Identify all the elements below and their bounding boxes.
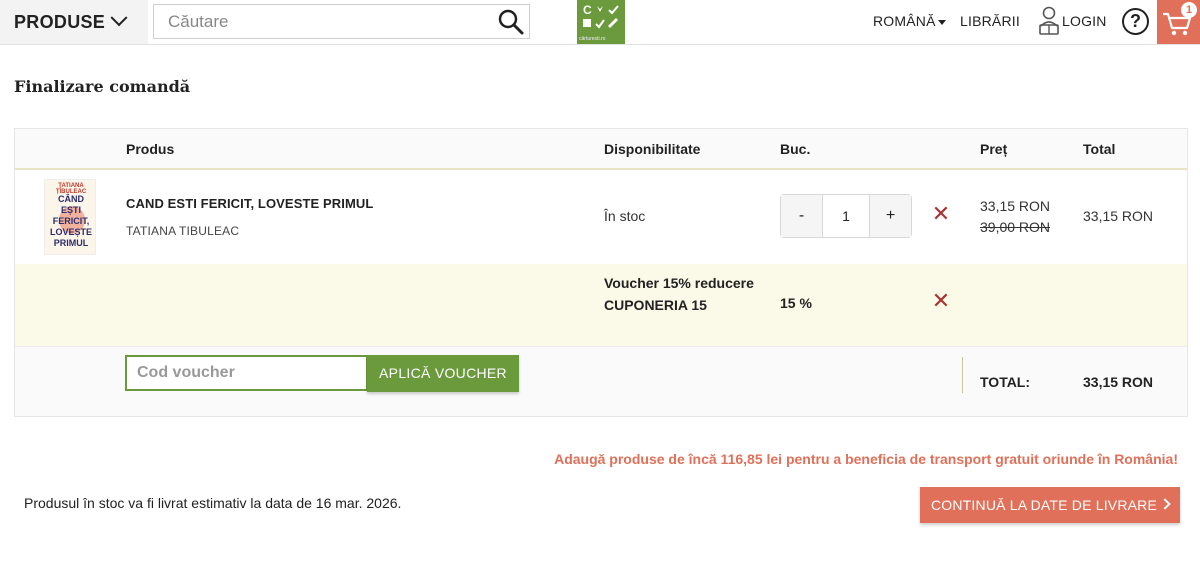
voucher-code-input[interactable] — [125, 355, 368, 391]
price-discounted: 33,15 RON — [980, 198, 1051, 214]
voucher-code-row: APLICĂ VOUCHER TOTAL: 33,15 RON — [15, 347, 1187, 416]
user-icon — [1039, 6, 1059, 35]
search-icon[interactable] — [497, 8, 525, 36]
top-bar: PRODUSE C cărturesti.ro ROMÂNĂ LIBRĂRII — [0, 0, 1200, 45]
site-logo[interactable]: C cărturesti.ro — [577, 0, 625, 44]
book-cover-image[interactable]: TATIANA ȚÎBULEAC CÂND EȘTI FERICIT, LOVE… — [44, 179, 96, 255]
products-menu-label: PRODUSE — [14, 11, 106, 32]
voucher-name: Voucher 15% reducere CUPONERIA 15 — [604, 275, 754, 313]
products-menu-button[interactable]: PRODUSE — [0, 0, 148, 44]
login-label: LOGIN — [1062, 13, 1107, 29]
cart-table: Produs Disponibilitate Buc. Preț Total T… — [14, 128, 1188, 417]
caret-down-icon — [937, 19, 946, 25]
chevron-down-icon — [110, 9, 128, 27]
total-divider — [962, 357, 963, 393]
grand-total-value: 33,15 RON — [1083, 374, 1154, 390]
page-title: Finalizare comandă — [14, 77, 191, 96]
line-total: 33,15 RON — [1083, 208, 1154, 224]
help-icon[interactable]: ? — [1122, 8, 1149, 35]
continue-label: CONTINUĂ LA DATE DE LIVRARE — [930, 497, 1158, 513]
logo-subtext: cărturesti.ro — [579, 36, 606, 42]
table-header: Produs Disponibilitate Buc. Preț Total — [15, 129, 1187, 170]
stores-link[interactable]: LIBRĂRII — [960, 13, 1020, 29]
product-author: TATIANA TIBULEAC — [126, 224, 240, 238]
grand-total-label: TOTAL: — [980, 374, 1031, 390]
product-title-link[interactable]: CAND ESTI FERICIT, LOVESTE PRIMUL — [126, 196, 373, 211]
language-selector[interactable]: ROMÂNĂ — [873, 13, 946, 29]
quantity-stepper: - 1 + — [780, 194, 912, 238]
cover-title-text: CÂND EȘTI FERICIT, LOVEȘTE PRIMUL — [49, 194, 92, 248]
apply-voucher-button[interactable]: APLICĂ VOUCHER — [367, 355, 519, 392]
header-availability: Disponibilitate — [604, 141, 701, 157]
header-total: Total — [1083, 141, 1116, 157]
svg-text:C: C — [583, 3, 592, 17]
chevron-right-icon — [1159, 498, 1171, 510]
table-row: TATIANA ȚÎBULEAC CÂND EȘTI FERICIT, LOVE… — [15, 170, 1187, 264]
header-product: Produs — [126, 141, 175, 157]
continue-to-delivery-button[interactable]: CONTINUĂ LA DATE DE LIVRARE — [920, 487, 1180, 523]
login-link[interactable]: LOGIN — [1038, 6, 1107, 36]
quantity-increase-button[interactable]: + — [870, 195, 911, 237]
delivery-estimate: Produsul în stoc va fi livrat estimativ … — [24, 495, 402, 511]
voucher-percent: 15 % — [780, 295, 812, 311]
cart-count-badge: 1 — [1181, 2, 1197, 18]
quantity-input[interactable]: 1 — [822, 195, 870, 237]
language-label: ROMÂNĂ — [873, 13, 936, 29]
remove-voucher-icon[interactable]: ✕ — [931, 290, 951, 312]
search-box — [153, 4, 530, 39]
header-quantity: Buc. — [780, 141, 811, 157]
search-input[interactable] — [154, 5, 484, 38]
quantity-decrease-button[interactable]: - — [781, 195, 822, 237]
voucher-row: Voucher 15% reducere CUPONERIA 15 15 % ✕ — [15, 264, 1187, 347]
header-price: Preț — [980, 141, 1008, 157]
price-original: 39,00 RON — [980, 219, 1051, 235]
availability-status: În stoc — [604, 208, 646, 224]
free-shipping-message: Adaugă produse de încă 116,85 lei pentru… — [554, 451, 1178, 467]
cart-button[interactable]: 1 — [1157, 0, 1200, 44]
remove-item-icon[interactable]: ✕ — [931, 203, 951, 225]
